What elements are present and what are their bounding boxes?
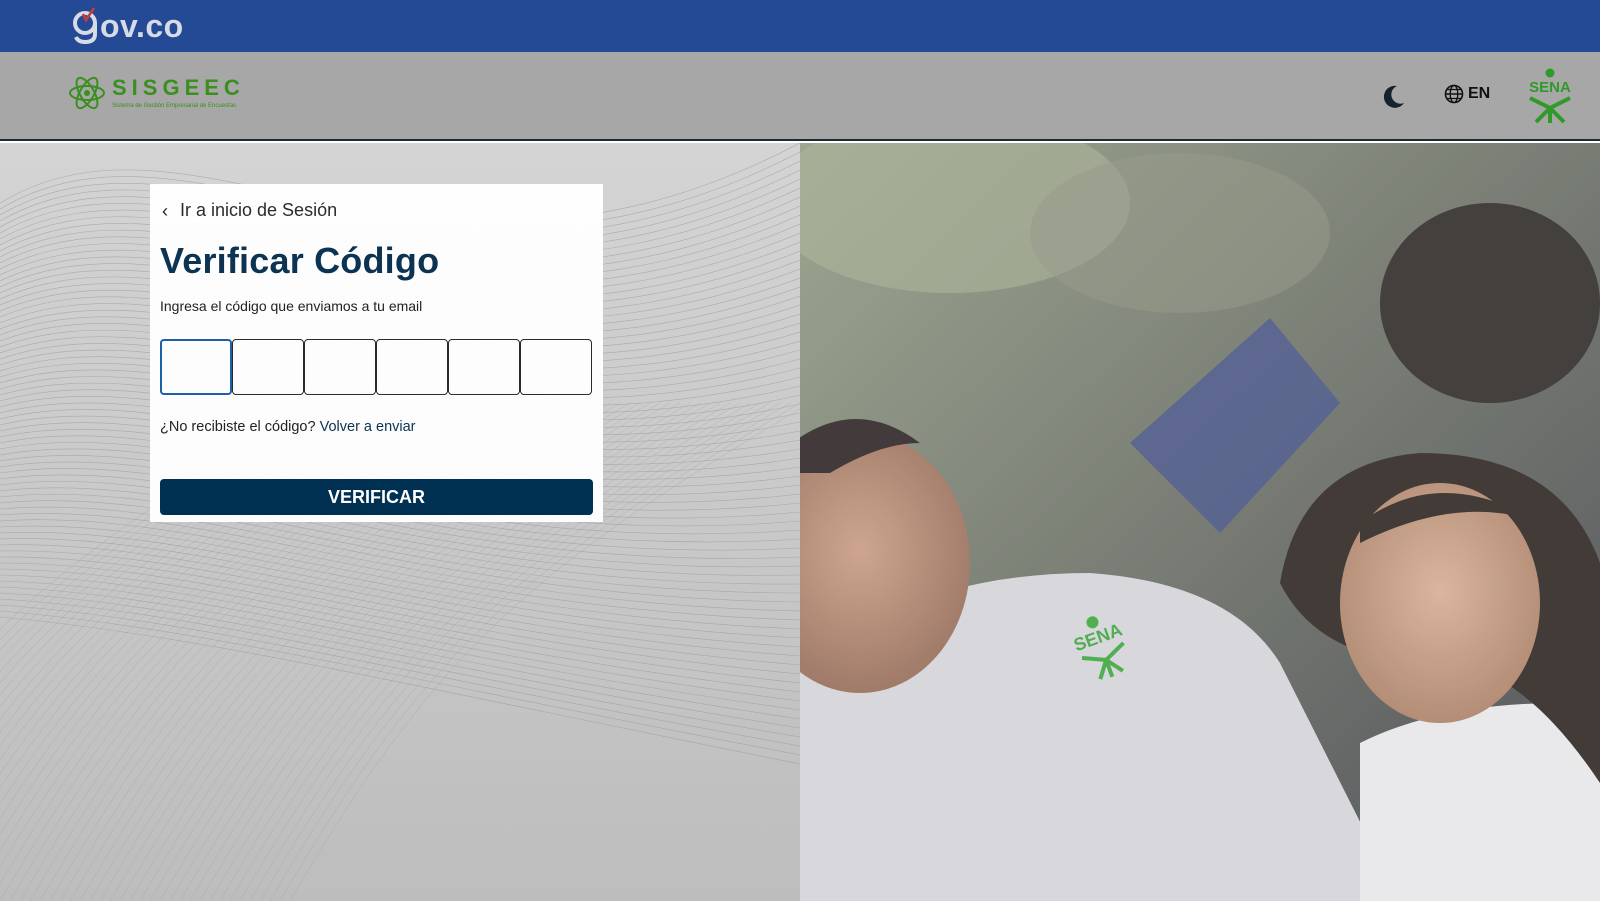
sena-logo-icon: SENA bbox=[1529, 68, 1571, 124]
code-digit-input-2[interactable] bbox=[232, 339, 304, 395]
brand-name: SISGEEC bbox=[112, 74, 245, 100]
atom-icon bbox=[69, 76, 105, 110]
theme-toggle-button[interactable] bbox=[1378, 82, 1408, 112]
code-input-group bbox=[160, 339, 592, 395]
gov-co-logo[interactable]: ov.co bbox=[72, 6, 184, 46]
resend-prompt: ¿No recibiste el código? bbox=[160, 419, 316, 435]
language-label: EN bbox=[1468, 85, 1491, 102]
resend-code-link[interactable]: Volver a enviar bbox=[320, 419, 416, 435]
gov-g-icon bbox=[73, 7, 97, 45]
brand-subtitle: Sistema de Gestión Empresarial de Encues… bbox=[112, 102, 237, 109]
verify-code-card: ‹ Ir a inicio de Sesión Verificar Código… bbox=[150, 184, 603, 522]
chevron-left-icon: ‹ bbox=[162, 200, 168, 221]
moon-icon bbox=[1383, 85, 1404, 108]
code-digit-input-6[interactable] bbox=[520, 339, 592, 395]
back-link-label: Ir a inicio de Sesión bbox=[180, 200, 338, 220]
instructions-text: Ingresa el código que enviamos a tu emai… bbox=[160, 298, 423, 314]
sena-logo: SENA bbox=[1522, 68, 1578, 129]
gov-bar: ov.co bbox=[0, 0, 1600, 52]
code-digit-input-4[interactable] bbox=[376, 339, 448, 395]
back-to-login-link[interactable]: ‹ Ir a inicio de Sesión bbox=[162, 200, 337, 221]
app-header: SISGEEC Sistema de Gestión Empresarial d… bbox=[0, 52, 1600, 141]
code-digit-input-1[interactable] bbox=[160, 339, 232, 395]
language-button[interactable]: EN bbox=[1444, 84, 1490, 104]
page-title: Verificar Código bbox=[160, 240, 440, 281]
code-digit-input-5[interactable] bbox=[448, 339, 520, 395]
sena-logo-text: SENA bbox=[1529, 79, 1571, 96]
students-photo: SENA bbox=[800, 143, 1600, 901]
brand-logo[interactable]: SISGEEC Sistema de Gestión Empresarial d… bbox=[68, 74, 245, 112]
verify-button[interactable]: VERIFICAR bbox=[160, 479, 593, 515]
globe-icon bbox=[1444, 84, 1464, 104]
code-digit-input-3[interactable] bbox=[304, 339, 376, 395]
resend-row: ¿No recibiste el código? Volver a enviar bbox=[160, 419, 416, 435]
hero-photo: SENA bbox=[800, 143, 1600, 901]
gov-logo-text: ov.co bbox=[100, 8, 184, 44]
